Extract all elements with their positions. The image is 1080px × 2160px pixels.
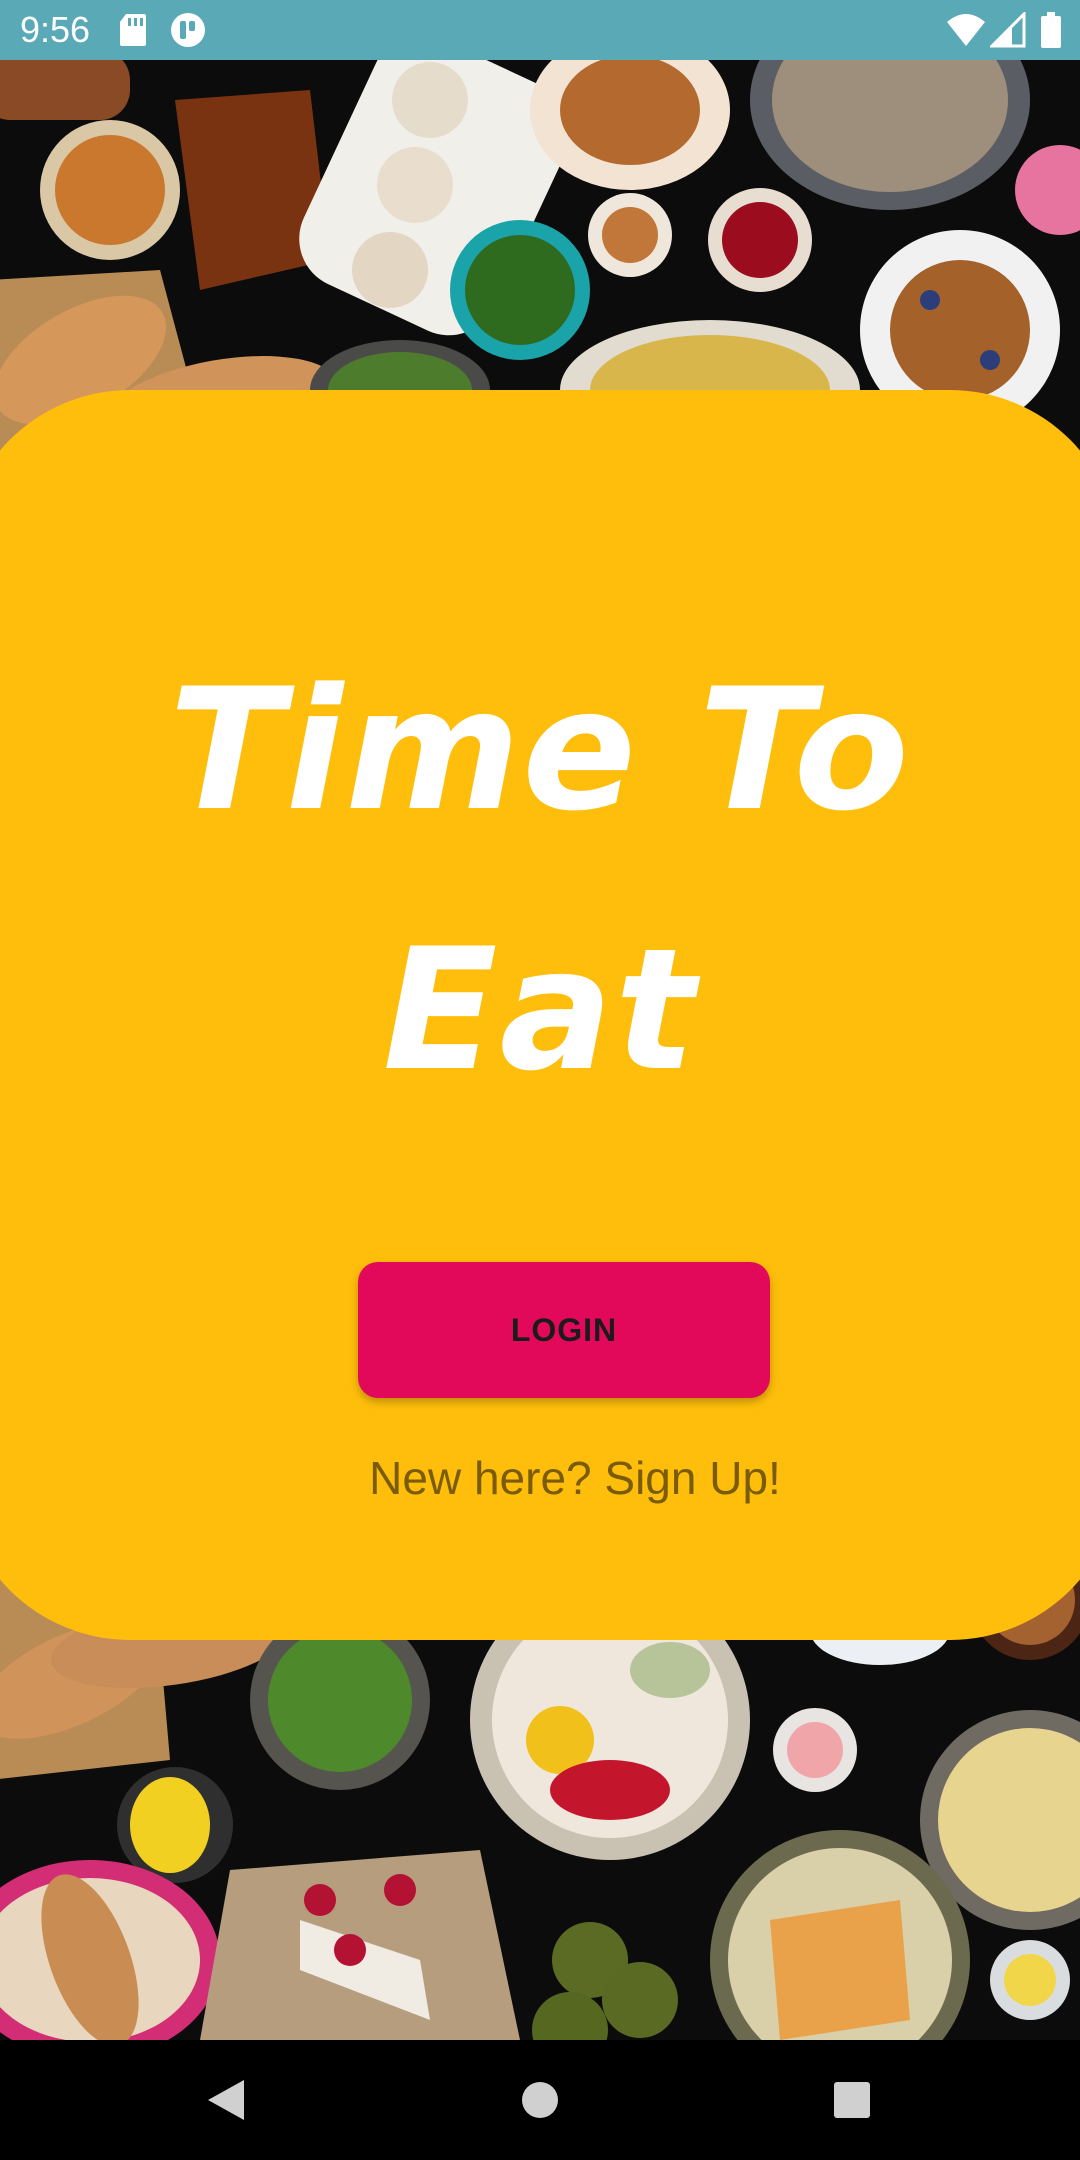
sd-card-icon (118, 12, 148, 48)
app-title-line-2: Eat (382, 912, 698, 1108)
wifi-icon (946, 12, 986, 48)
navigation-bar (0, 2040, 1080, 2160)
status-time: 9:56 (20, 9, 91, 50)
login-button[interactable]: LOGIN (358, 1262, 770, 1398)
back-icon[interactable] (190, 2064, 262, 2136)
home-icon[interactable] (504, 2064, 576, 2136)
app-title-line-1: Time To (168, 652, 912, 848)
notification-app-icon (170, 12, 206, 48)
signup-link[interactable]: New here? Sign Up! (340, 1448, 810, 1508)
battery-icon (1040, 12, 1062, 48)
recents-icon[interactable] (816, 2064, 888, 2136)
status-bar: 9:56 (0, 0, 1080, 60)
screen: 9:56 Time To Eat LOGIN New here? Sign Up… (0, 0, 1080, 2160)
signal-icon (990, 12, 1026, 48)
